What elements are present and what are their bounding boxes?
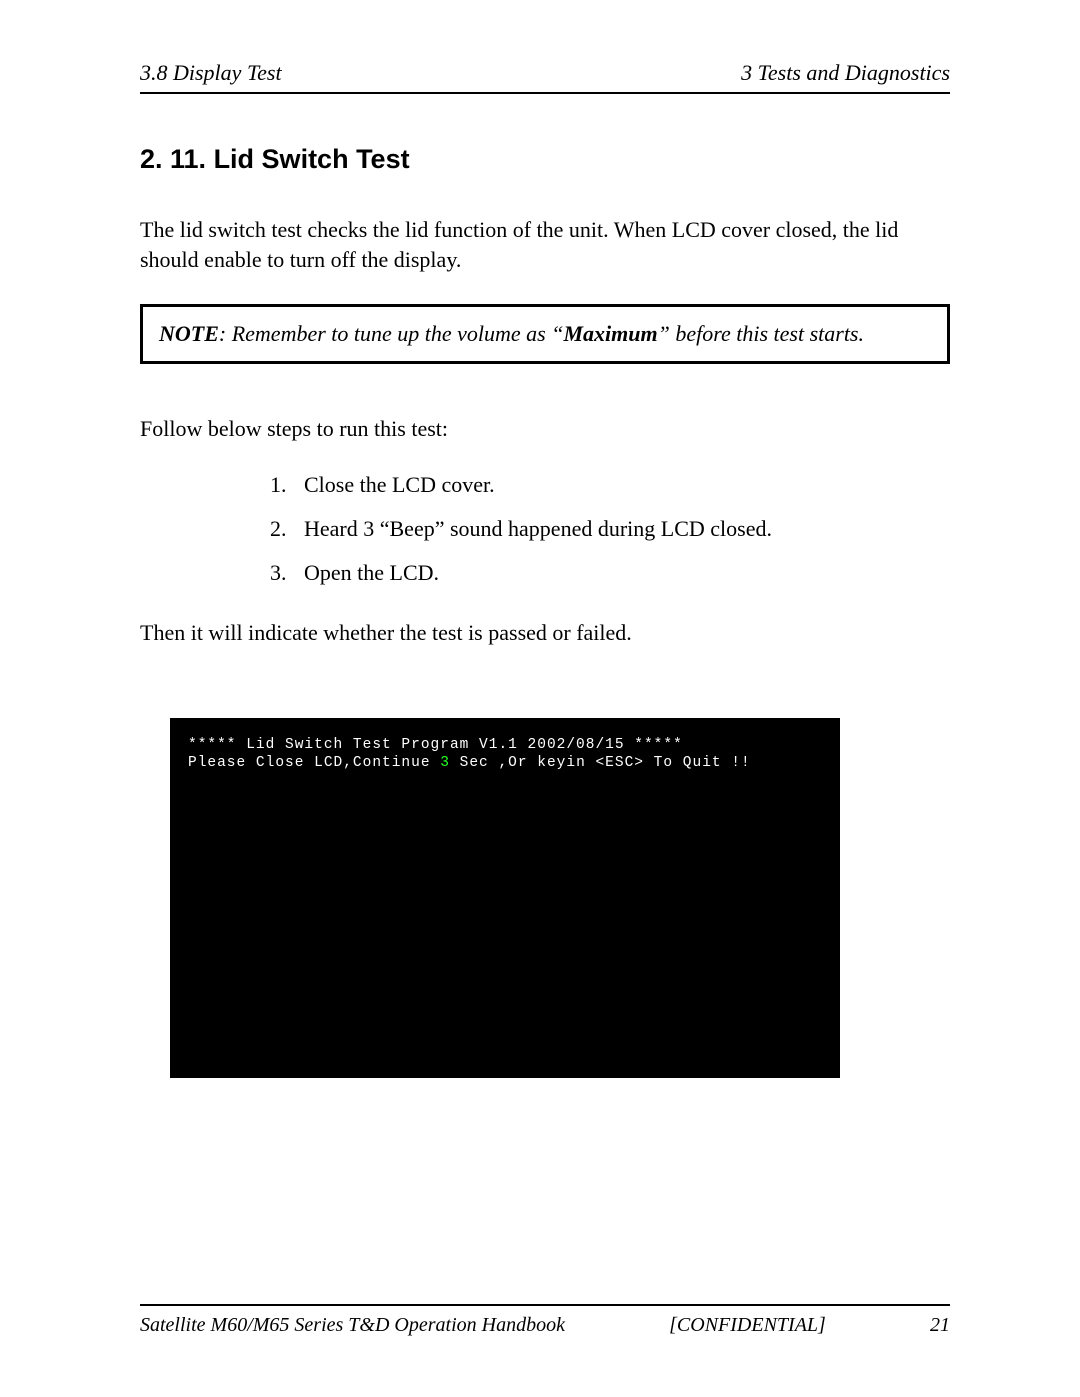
result-paragraph: Then it will indicate whether the test i… [140, 618, 950, 648]
step-item: 2. Heard 3 “Beep” sound happened during … [270, 516, 950, 542]
step-number: 3. [270, 560, 304, 586]
intro-paragraph: The lid switch test checks the lid funct… [140, 215, 950, 274]
footer-center: [CONFIDENTIAL] [669, 1314, 826, 1337]
footer-left: Satellite M60/M65 Series T&D Operation H… [140, 1314, 565, 1337]
terminal-line-2-suffix: Sec ,Or keyin <ESC> To Quit !! [450, 755, 751, 771]
terminal-line-2-prefix: Please Close LCD,Continue [188, 755, 440, 771]
step-text: Close the LCD cover. [304, 472, 495, 498]
step-text: Open the LCD. [304, 560, 439, 586]
step-item: 3. Open the LCD. [270, 560, 950, 586]
note-label: NOTE [159, 321, 219, 346]
terminal-line-1: ***** Lid Switch Test Program V1.1 2002/… [188, 737, 683, 753]
note-sep: : [219, 321, 232, 346]
step-number: 1. [270, 472, 304, 498]
terminal-line-2-highlight: 3 [440, 755, 450, 771]
steps-list: 1. Close the LCD cover. 2. Heard 3 “Beep… [270, 472, 950, 586]
step-number: 2. [270, 516, 304, 542]
follow-paragraph: Follow below steps to run this test: [140, 414, 950, 444]
terminal-screenshot: ***** Lid Switch Test Program V1.1 2002/… [170, 718, 840, 1078]
header-right: 3 Tests and Diagnostics [741, 60, 950, 86]
header-left: 3.8 Display Test [140, 60, 282, 86]
step-text: Heard 3 “Beep” sound happened during LCD… [304, 516, 772, 542]
footer-rule [140, 1304, 950, 1306]
footer-page-number: 21 [930, 1314, 950, 1337]
note-text-after: ” before this test starts. [658, 321, 864, 346]
step-item: 1. Close the LCD cover. [270, 472, 950, 498]
section-title: 2. 11. Lid Switch Test [140, 144, 950, 175]
document-page: 3.8 Display Test 3 Tests and Diagnostics… [0, 0, 1080, 1397]
running-footer: Satellite M60/M65 Series T&D Operation H… [140, 1304, 950, 1337]
running-header: 3.8 Display Test 3 Tests and Diagnostics [140, 60, 950, 86]
note-text-before: Remember to tune up the volume as “ [232, 321, 564, 346]
note-bold: Maximum [563, 321, 657, 346]
note-box: NOTE: Remember to tune up the volume as … [140, 304, 950, 364]
header-rule [140, 92, 950, 94]
